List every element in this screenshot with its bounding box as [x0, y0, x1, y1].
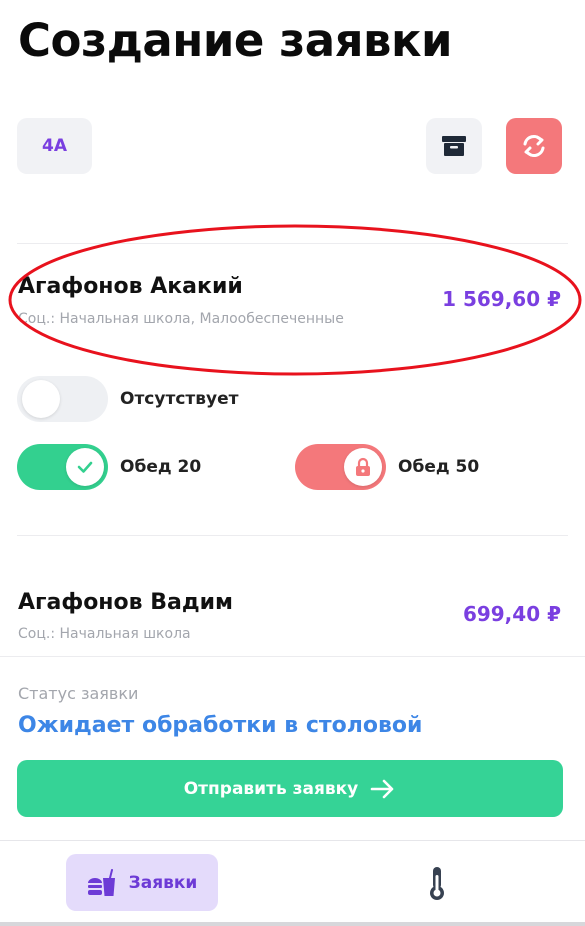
divider [17, 535, 568, 536]
thermometer-icon [430, 867, 444, 900]
class-selector-button[interactable]: 4А [17, 118, 92, 174]
lunch-50-toggle-label: Обед 50 [398, 457, 480, 477]
toggle-knob [22, 380, 60, 418]
bottom-nav: Заявки [0, 840, 585, 926]
home-indicator-bar [0, 922, 585, 926]
submit-request-button[interactable]: Отправить заявку [17, 760, 563, 817]
status-label: Статус заявки [18, 684, 139, 703]
student-name[interactable]: Агафонов Вадим [18, 590, 233, 615]
absent-toggle[interactable] [17, 376, 108, 422]
student-amount: 699,40 ₽ [462, 602, 561, 626]
divider [0, 656, 585, 657]
submit-request-label: Отправить заявку [183, 778, 359, 799]
lock-icon [356, 457, 370, 476]
lunch-20-toggle-label: Обед 20 [120, 457, 202, 477]
lunch-20-toggle[interactable] [17, 444, 108, 490]
archive-button[interactable] [426, 118, 482, 174]
tab-requests[interactable]: Заявки [66, 854, 218, 911]
absent-toggle-label: Отсутствует [120, 389, 239, 409]
class-selector-label: 4А [42, 136, 67, 156]
tab-requests-label: Заявки [128, 872, 198, 893]
lunch-50-toggle[interactable] [295, 444, 386, 490]
toggle-knob [344, 448, 382, 486]
toggle-knob [66, 448, 104, 486]
annotation-ellipse [8, 224, 582, 376]
refresh-button[interactable] [506, 118, 562, 174]
student-category: Соц.: Начальная школа [18, 626, 191, 642]
archive-box-icon [442, 136, 466, 156]
refresh-arrows-icon [523, 135, 545, 157]
food-drink-icon [87, 868, 115, 896]
checkmark-icon [77, 461, 93, 473]
page-title: Создание заявки [18, 14, 453, 67]
arrow-right-icon [370, 779, 394, 798]
tab-thermometer[interactable] [420, 861, 454, 905]
status-value: Ожидает обработки в столовой [18, 713, 423, 738]
